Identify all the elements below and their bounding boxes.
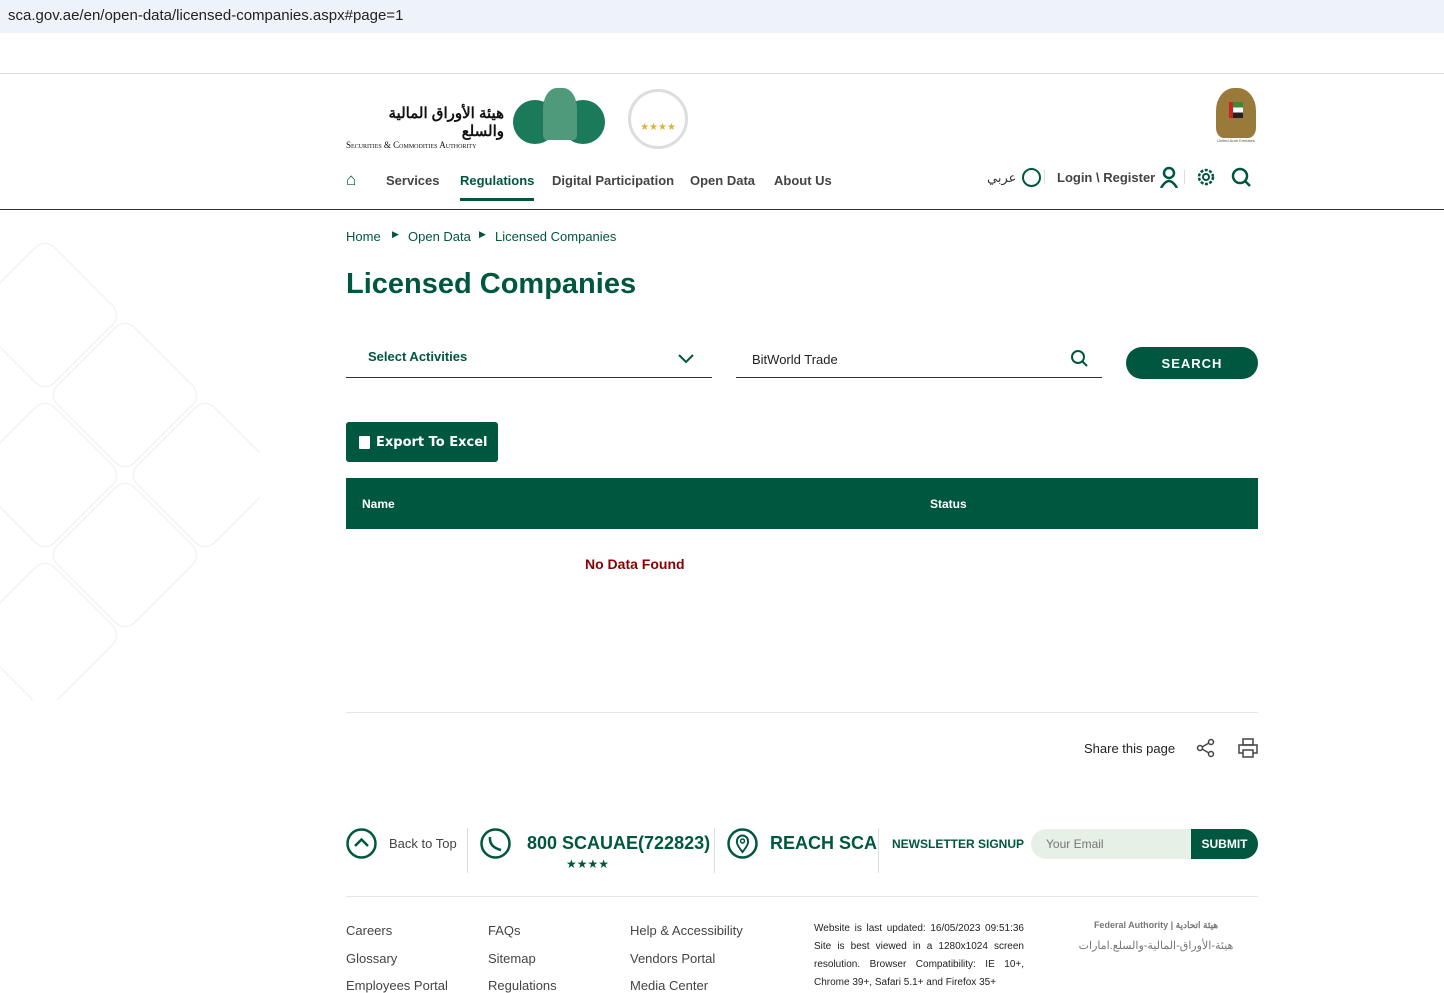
divider	[714, 828, 715, 873]
background-decoration	[0, 240, 260, 700]
footer-link-regulations[interactable]: Regulations	[488, 978, 557, 993]
login-label: Login \ Register	[1057, 169, 1156, 185]
print-icon[interactable]	[1238, 738, 1258, 758]
nav-open-data[interactable]: Open Data	[690, 173, 755, 188]
newsletter-label: NEWSLETTER SIGNUP	[892, 837, 1025, 851]
breadcrumb-separator-icon: ▶	[392, 229, 399, 239]
search-icon[interactable]	[1231, 167, 1252, 188]
submit-button[interactable]: SUBMIT	[1191, 829, 1258, 859]
chevron-up-icon	[346, 828, 377, 859]
table-header: Name Status	[346, 478, 1258, 529]
nav-regulations[interactable]: Regulations	[460, 173, 535, 201]
reach-sca-link[interactable]: REACH SCA	[770, 833, 877, 854]
no-data-message: No Data Found	[585, 556, 685, 572]
login-register-link[interactable]: Login \ Register	[1057, 166, 1179, 188]
uae-falcon-logo	[513, 88, 607, 150]
email-input[interactable]	[1031, 829, 1191, 859]
nav-services[interactable]: Services	[386, 173, 440, 188]
search-value: BitWorld Trade	[752, 352, 838, 367]
divider	[878, 828, 879, 873]
globe-icon	[1022, 168, 1042, 187]
divider	[467, 828, 468, 873]
phone-number[interactable]: 800 SCAUAE(722823)	[527, 833, 710, 854]
footer-link-vendors[interactable]: Vendors Portal	[630, 951, 715, 966]
user-icon	[1160, 166, 1179, 188]
location-pin-icon	[727, 828, 758, 859]
sca-logo[interactable]: هيئة الأوراق المالية والسلع Securities &…	[346, 104, 504, 150]
share-icon[interactable]	[1196, 738, 1216, 758]
header-divider	[0, 209, 1444, 210]
home-icon[interactable]: ⌂	[346, 170, 356, 190]
share-label: Share this page	[1084, 741, 1176, 756]
logo-arabic: هيئة الأوراق المالية والسلع	[388, 105, 504, 140]
footer-link-glossary[interactable]: Glossary	[346, 951, 397, 966]
export-to-excel-button[interactable]: Export To Excel	[346, 422, 498, 462]
footer-link-media-center[interactable]: Media Center	[630, 978, 708, 993]
settings-gear-icon[interactable]	[1196, 167, 1216, 187]
page-title: Licensed Companies	[346, 268, 637, 300]
phone-icon	[480, 828, 511, 859]
federal-label: Federal Authority | هيئة اتحادية	[1093, 920, 1219, 930]
site-info: Website is last updated: 16/05/2023 09:5…	[814, 923, 1024, 988]
footer-link-faqs[interactable]: FAQs	[488, 923, 521, 938]
column-name: Name	[362, 497, 395, 511]
export-label: Export To Excel	[376, 434, 488, 450]
search-icon[interactable]	[1070, 349, 1088, 367]
logo-english: Securities & Commodities Authority	[346, 140, 477, 150]
divider	[346, 896, 1258, 897]
divider	[1044, 170, 1045, 184]
activities-label: Select Activities	[368, 349, 468, 364]
footer-link-careers[interactable]: Careers	[346, 923, 392, 938]
activities-select[interactable]: Select Activities	[346, 340, 712, 378]
breadcrumb-current: Licensed Companies	[495, 229, 617, 244]
four-star-badge: ★★★★	[628, 89, 688, 149]
divider	[346, 712, 1258, 713]
federal-authority-logo: Federal Authority | هيئة اتحادية هيئة-ال…	[1066, 920, 1246, 952]
newsletter-form: SUBMIT	[1031, 829, 1258, 859]
excel-file-icon	[359, 435, 370, 449]
footer-link-sitemap[interactable]: Sitemap	[488, 951, 536, 966]
breadcrumb-home[interactable]: Home	[346, 229, 381, 244]
federal-arabic: هيئة-الأوراق-المالية-والسلع.امارات	[1078, 940, 1234, 952]
footer-link-employees-portal[interactable]: Employees Portal	[346, 978, 448, 993]
chevron-down-icon	[678, 354, 694, 364]
nav-about-us[interactable]: About Us	[774, 173, 832, 188]
language-label: عربي	[987, 169, 1017, 185]
rating-stars: ★★★★	[566, 857, 610, 871]
top-strip	[0, 33, 1444, 74]
back-to-top-label: Back to Top	[389, 836, 457, 851]
footer-link-help[interactable]: Help & Accessibility	[630, 923, 743, 938]
breadcrumb-open-data[interactable]: Open Data	[408, 229, 471, 244]
nav-digital-participation[interactable]: Digital Participation	[552, 173, 674, 188]
uae-emblem: United Arab Emirates	[1214, 88, 1258, 143]
language-toggle[interactable]: عربي	[987, 168, 1042, 187]
column-status: Status	[930, 497, 967, 511]
search-button[interactable]: SEARCH	[1126, 347, 1258, 379]
company-search-input[interactable]: BitWorld Trade	[736, 340, 1102, 378]
emblem-caption: United Arab Emirates	[1217, 138, 1255, 143]
breadcrumb-separator-icon: ▶	[479, 229, 486, 239]
divider	[1184, 170, 1185, 184]
url-text: sca.gov.ae/en/open-data/licensed-compani…	[8, 7, 404, 24]
back-to-top-button[interactable]: Back to Top	[346, 828, 457, 859]
address-bar[interactable]: sca.gov.ae/en/open-data/licensed-compani…	[0, 0, 1444, 33]
